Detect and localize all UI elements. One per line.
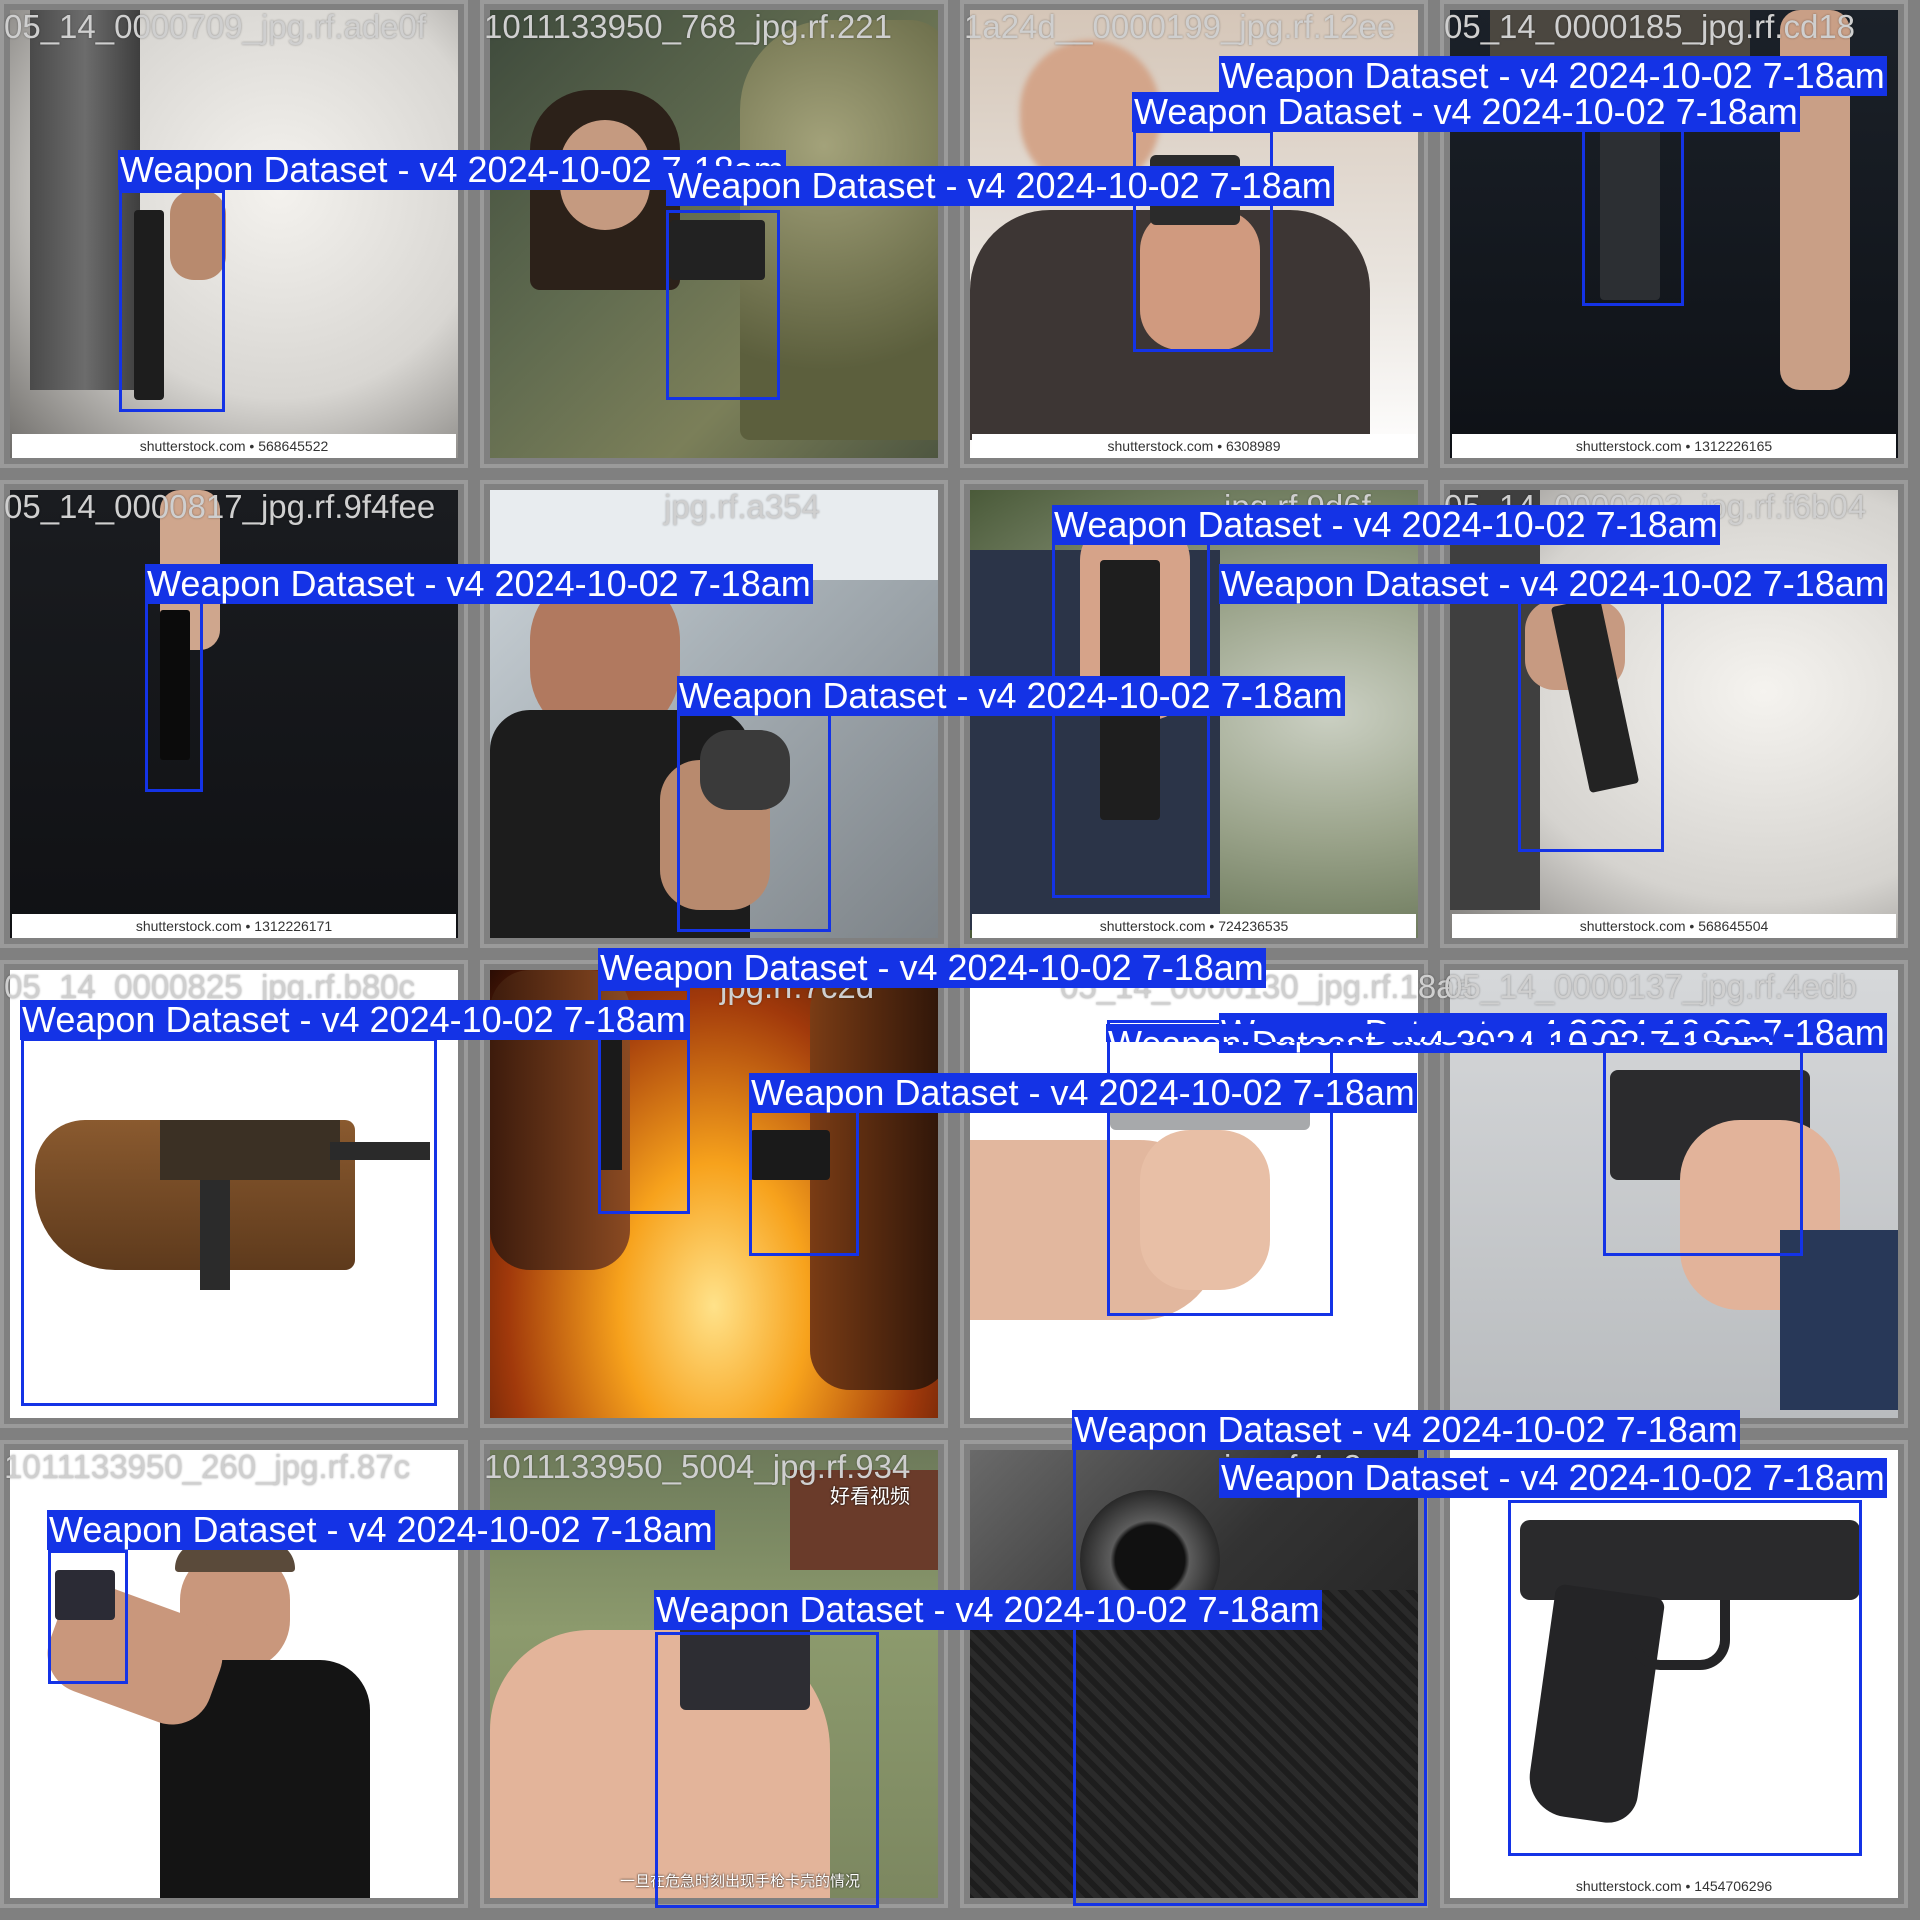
detection-box <box>1107 1020 1333 1316</box>
stock-credit: shutterstock.com • 1312226171 <box>12 914 456 938</box>
photo <box>10 10 458 458</box>
detection-box <box>749 1110 859 1256</box>
stock-credit: shutterstock.com • 6308989 <box>972 434 1416 458</box>
detection-label: Weapon Dataset - v4 2024-10-02 7-18am <box>1219 55 1887 96</box>
detection-box <box>1133 130 1273 352</box>
video-watermark: 好看视频 <box>830 1486 910 1508</box>
detection-label: Weapon Dataset - v4 2024-10-02 7-18am <box>1132 91 1800 132</box>
sleeve <box>1780 1230 1898 1410</box>
detection-box <box>48 1550 128 1684</box>
detection-box <box>1508 1500 1862 1856</box>
detection-label: Weapon Dataset - v4 2024-10-02 7-18am <box>1052 504 1720 545</box>
detection-label: Weapon Dataset - v4 2024-10-02 7-18am <box>666 165 1334 206</box>
detection-box <box>1073 1430 1427 1906</box>
detection-label: Weapon Dataset - v4 2024-10-02 7-18am <box>1219 563 1887 604</box>
tile-5: shutterstock.com • 1312226171 <box>0 480 468 948</box>
stock-credit: shutterstock.com • 568645504 <box>1452 914 1896 938</box>
detection-box <box>119 190 225 412</box>
detection-label: Weapon Dataset - v4 2024-10-02 7-18am <box>20 999 688 1040</box>
detection-box <box>1052 540 1210 898</box>
detection-label: Weapon Dataset - v4 2024-10-02 7-18am <box>1072 1409 1740 1450</box>
stock-credit: shutterstock.com • 1312226165 <box>1452 434 1896 458</box>
detection-box <box>145 598 203 792</box>
detection-label: Weapon Dataset - v4 2024-10-02 7-18am <box>654 1589 1322 1630</box>
stock-credit: shutterstock.com • 568645522 <box>12 434 456 458</box>
stock-credit: shutterstock.com • 1454706296 <box>1452 1874 1896 1898</box>
detection-label: Weapon Dataset - v4 2024-10-02 7-18am <box>598 947 1266 988</box>
detection-label: Weapon Dataset - v4 2024-10-02 7-18am <box>145 563 813 604</box>
stock-credit: shutterstock.com • 724236535 <box>972 914 1416 938</box>
detection-label: Weapon Dataset - v4 2024-10-02 7-18am <box>677 675 1345 716</box>
detection-mosaic: shutterstock.com • 568645522 shutterstoc… <box>0 0 1920 1920</box>
detection-box <box>655 1632 879 1908</box>
detection-box <box>666 210 780 400</box>
detection-box <box>1603 1040 1803 1256</box>
detection-box <box>677 712 831 932</box>
photo <box>10 490 458 938</box>
detection-label: Weapon Dataset - v4 2024-10-02 7-18am <box>749 1072 1417 1113</box>
tile-1: shutterstock.com • 568645522 <box>0 0 468 468</box>
detection-label: Weapon Dataset - v4 2024-10-02 7-18am <box>47 1509 715 1550</box>
detection-box <box>21 1038 437 1406</box>
detection-label: Weapon Dataset - v4 2024-10-02 7-18am <box>1219 1457 1887 1498</box>
detection-box <box>1518 600 1664 852</box>
tile-8: shutterstock.com • 568645504 <box>1440 480 1908 948</box>
